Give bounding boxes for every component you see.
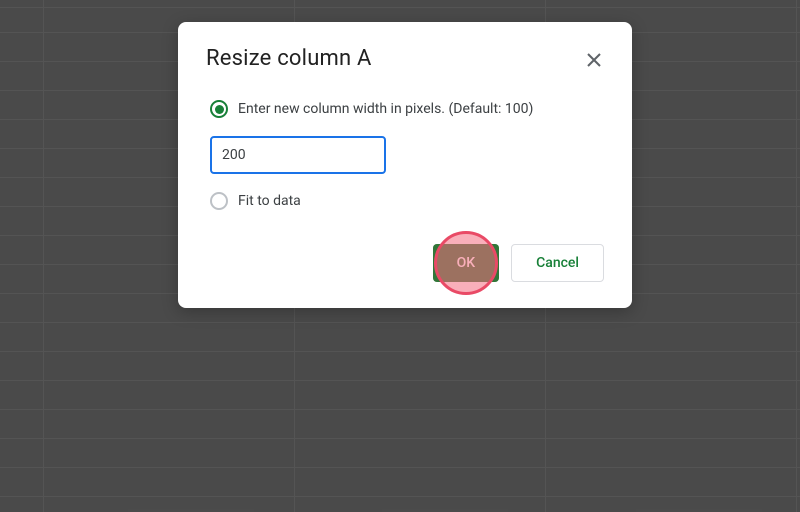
radio-option-fit[interactable]: Fit to data — [210, 192, 604, 210]
ok-button[interactable]: OK — [433, 244, 500, 282]
cancel-button[interactable]: Cancel — [511, 244, 604, 282]
column-width-input[interactable] — [210, 136, 386, 174]
radio-option-pixels[interactable]: Enter new column width in pixels. (Defau… — [210, 100, 604, 118]
radio-checked-icon — [210, 100, 228, 118]
radio-unchecked-icon — [210, 192, 228, 210]
option-fit-label: Fit to data — [238, 193, 301, 209]
option-pixels-label: Enter new column width in pixels. (Defau… — [238, 101, 533, 117]
dialog-title: Resize column A — [206, 46, 372, 71]
close-icon — [586, 52, 602, 68]
resize-column-dialog: Resize column A Enter new column width i… — [178, 22, 632, 308]
close-button[interactable] — [578, 44, 610, 76]
